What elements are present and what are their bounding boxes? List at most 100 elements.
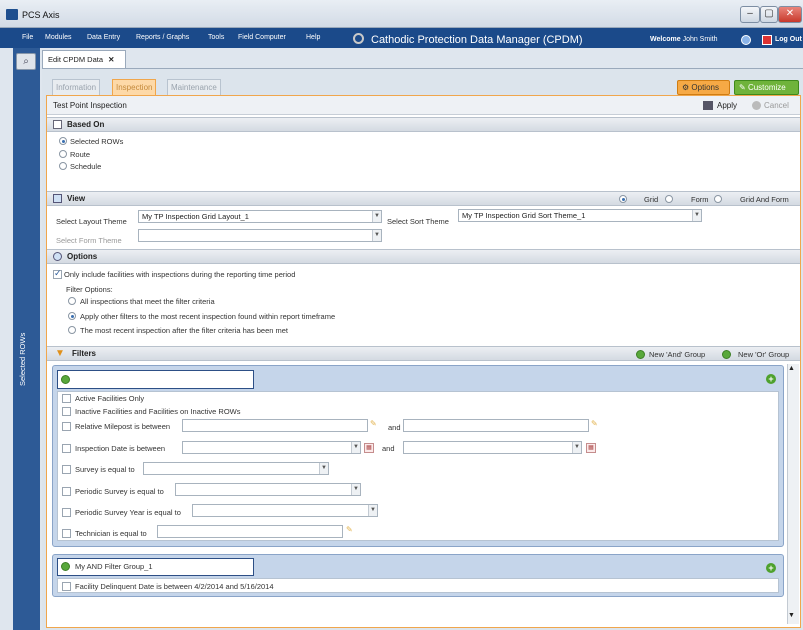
menu-data-entry[interactable]: Data Entry xyxy=(87,34,120,41)
maximize-button[interactable]: ▢ xyxy=(760,6,778,23)
add-filter-icon[interactable]: + xyxy=(766,374,776,384)
periodic-survey-year-select[interactable]: ▼ xyxy=(192,504,378,517)
sort-theme-value: My TP Inspection Grid Sort Theme_1 xyxy=(462,211,586,220)
inspection-date-to-input[interactable]: ▼ xyxy=(403,441,582,454)
filter-milepost-label: Relative Milepost is between xyxy=(75,422,171,431)
milepost-to-input[interactable] xyxy=(403,419,589,432)
menu-modules[interactable]: Modules xyxy=(45,34,71,41)
survey-select[interactable]: ▼ xyxy=(143,462,329,475)
delinquent-date-to: 5/16/2014 xyxy=(240,582,274,591)
panel-header xyxy=(47,96,800,115)
view-icon xyxy=(53,194,62,203)
filter-inspection-date-label: Inspection Date is between xyxy=(75,444,166,453)
filter-active-facilities-checkbox[interactable] xyxy=(62,394,71,403)
pencil-icon[interactable]: ✎ xyxy=(346,525,353,534)
tab-information[interactable]: Information xyxy=(52,79,101,95)
options-icon: ⚙ xyxy=(682,83,690,92)
radio-route[interactable] xyxy=(59,150,67,158)
filter-delinquent-date-text: Facility Delinquent Date is between 4/2/… xyxy=(75,582,274,591)
tab-edit-cpdm-data[interactable]: Edit CPDM Data ✕ xyxy=(42,50,126,68)
filter-milepost-checkbox[interactable] xyxy=(62,422,71,431)
section-options[interactable]: Options xyxy=(47,249,800,264)
window-title: PCS Axis xyxy=(22,10,60,20)
pencil-icon[interactable]: ✎ xyxy=(370,419,377,428)
filter-technician-checkbox[interactable] xyxy=(62,529,71,538)
radio-grid-and-form[interactable] xyxy=(714,195,722,203)
customize-button[interactable]: ✎ Customize xyxy=(734,80,799,95)
radio-schedule[interactable] xyxy=(59,162,67,170)
inspection-date-and-label: and xyxy=(382,444,395,453)
radio-selected-rows[interactable] xyxy=(59,137,67,145)
radio-apply-recent[interactable] xyxy=(68,312,76,320)
radio-most-recent[interactable] xyxy=(68,326,76,334)
form-theme-select[interactable]: ▼ xyxy=(138,229,382,242)
inspection-date-from-input[interactable]: ▼ xyxy=(182,441,361,454)
label-apply-recent: Apply other filters to the most recent i… xyxy=(80,312,336,321)
menu-file[interactable]: File xyxy=(22,34,33,41)
menu-reports-graphs[interactable]: Reports / Graphs xyxy=(136,34,189,41)
filter-technician-label: Technician is equal to xyxy=(75,529,147,538)
scroll-down-icon[interactable]: ▼ xyxy=(788,612,795,619)
section-view[interactable]: View xyxy=(47,191,800,206)
chevron-down-icon: ▼ xyxy=(572,442,581,453)
menu-help[interactable]: Help xyxy=(306,34,320,41)
chevron-down-icon: ▼ xyxy=(351,484,360,495)
layout-theme-value: My TP Inspection Grid Layout_1 xyxy=(142,212,249,221)
close-window-button[interactable]: ✕ xyxy=(778,6,802,23)
sort-theme-select[interactable]: My TP Inspection Grid Sort Theme_1 ▼ xyxy=(458,209,702,222)
filter-periodic-survey-year-label: Periodic Survey Year is equal to xyxy=(75,508,181,517)
filter-inactive-facilities-checkbox[interactable] xyxy=(62,407,71,416)
radio-grid[interactable] xyxy=(619,195,627,203)
calendar-icon[interactable]: ▦ xyxy=(364,443,374,453)
layout-theme-select[interactable]: My TP Inspection Grid Layout_1 ▼ xyxy=(138,210,382,223)
filter-periodic-survey-year-checkbox[interactable] xyxy=(62,508,71,517)
delinquent-date-from: 4/2/2014 xyxy=(194,582,224,591)
logout-link[interactable]: Log Out xyxy=(775,36,802,43)
filters-scrollbar[interactable] xyxy=(787,364,799,624)
chevron-down-icon: ▼ xyxy=(692,210,701,221)
technician-input[interactable] xyxy=(157,525,343,538)
new-and-group-button[interactable]: New 'And' Group xyxy=(649,350,705,359)
group-2-icon xyxy=(61,562,70,571)
periodic-survey-select[interactable]: ▼ xyxy=(175,483,361,496)
selected-rows-side-tab[interactable]: Selected ROWs xyxy=(18,333,27,386)
filter-survey-label: Survey is equal to xyxy=(75,465,135,474)
filter-inspection-date-checkbox[interactable] xyxy=(62,444,71,453)
apply-button[interactable]: Apply xyxy=(717,101,737,110)
welcome-text: Welcome John Smith xyxy=(650,36,718,43)
new-or-group-icon xyxy=(722,350,731,359)
filter-delinquent-date-checkbox[interactable] xyxy=(62,582,71,591)
label-all-inspections: All inspections that meet the filter cri… xyxy=(80,297,215,306)
minimize-button[interactable]: – xyxy=(740,6,760,23)
label-grid: Grid xyxy=(644,195,659,204)
filter-periodic-survey-checkbox[interactable] xyxy=(62,487,71,496)
group-1-name-field[interactable] xyxy=(57,370,254,389)
section-based-on[interactable]: Based On xyxy=(47,117,800,132)
add-filter-icon[interactable]: + xyxy=(766,563,776,573)
tab-inspection[interactable]: Inspection xyxy=(112,79,157,95)
search-icon[interactable]: ⌕ xyxy=(16,53,36,70)
close-tab-icon[interactable]: ✕ xyxy=(108,55,114,64)
milepost-from-input[interactable] xyxy=(182,419,368,432)
calendar-icon[interactable]: ▦ xyxy=(586,443,596,453)
filter-periodic-survey-label: Periodic Survey is equal to xyxy=(75,487,164,496)
radio-all-inspections[interactable] xyxy=(68,297,76,305)
label-route: Route xyxy=(70,150,91,159)
help-icon[interactable] xyxy=(741,35,751,45)
include-inspections-checkbox[interactable] xyxy=(53,268,62,279)
chevron-down-icon: ▼ xyxy=(372,211,381,222)
new-or-group-button[interactable]: New 'Or' Group xyxy=(738,350,789,359)
chevron-down-icon: ▼ xyxy=(372,230,381,241)
based-on-icon xyxy=(53,120,62,129)
cancel-button[interactable]: Cancel xyxy=(764,101,789,110)
options-button[interactable]: ⚙ Options xyxy=(677,80,730,95)
pencil-icon[interactable]: ✎ xyxy=(591,419,598,428)
scroll-up-icon[interactable]: ▲ xyxy=(788,365,795,372)
logout-icon[interactable] xyxy=(762,35,772,45)
menu-tools[interactable]: Tools xyxy=(208,34,224,41)
radio-form[interactable] xyxy=(665,195,673,203)
menu-field-computer[interactable]: Field Computer xyxy=(238,34,286,41)
filter-survey-checkbox[interactable] xyxy=(62,465,71,474)
app-module-title: Cathodic Protection Data Manager (CPDM) xyxy=(371,34,583,46)
tab-maintenance[interactable]: Maintenance xyxy=(167,79,221,95)
